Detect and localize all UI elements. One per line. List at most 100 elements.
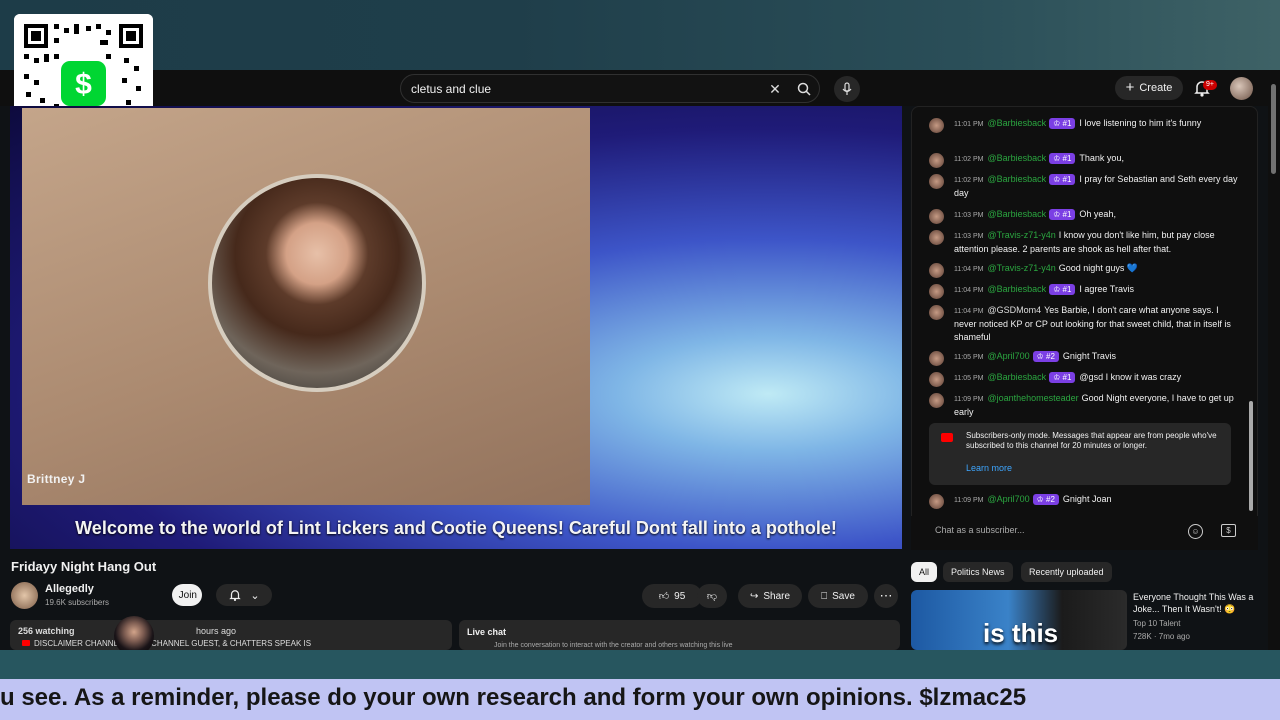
chat-message: 11:04 PM @Barbiesback ♔ #1 I agree Travis — [912, 283, 1242, 299]
recommended-channel[interactable]: Top 10 Talent — [1133, 619, 1180, 628]
chat-message: 11:09 PM @April700 ♔ #2 Gnight Joan — [912, 493, 1242, 509]
stream-overlay-top-banner — [0, 0, 1280, 70]
webcam-name-label: Brittney J — [27, 472, 86, 486]
channel-name[interactable]: Allegedly — [45, 583, 94, 595]
stream-caption: Welcome to the world of Lint Lickers and… — [75, 518, 837, 538]
chat-avatar — [929, 351, 944, 366]
chat-text: @gsd I know it was crazy — [1079, 372, 1182, 382]
more-actions-icon[interactable]: ⋯ — [874, 584, 898, 608]
subscribers-only-text: Subscribers-only mode. Messages that app… — [966, 431, 1217, 450]
microphone-icon[interactable] — [834, 76, 860, 102]
chevron-down-icon: ⌄ — [250, 589, 260, 602]
thumbs-down-icon: 👎︎ — [706, 591, 718, 602]
share-label: Share — [763, 590, 791, 602]
chip-all[interactable]: All — [911, 562, 938, 582]
webcam-panel — [22, 108, 590, 505]
rank-badge: ♔ #1 — [1049, 174, 1076, 185]
chat-text: Gnight Joan — [1062, 494, 1112, 504]
rank-badge: ♔ #1 — [1049, 372, 1076, 383]
create-button[interactable]: + Create — [1115, 76, 1183, 100]
chat-message: 11:05 PM @Barbiesback ♔ #1 @gsd I know it w… — [912, 371, 1242, 387]
chat-author[interactable]: @Barbiesback — [987, 153, 1046, 163]
stream-age: hours ago — [196, 626, 237, 636]
plus-icon: + — [1125, 79, 1135, 96]
video-player[interactable]: Welcome to the world of Lint Lickers and… — [10, 106, 902, 549]
description-text: DISCLAIMER CHANNEL HOST, CHANNEL GUEST, … — [34, 639, 312, 648]
learn-more-link[interactable]: Learn more — [966, 463, 1012, 473]
description-box[interactable]: 256 watching hours ago DISCLAIMER CHANNE… — [10, 620, 452, 650]
thumbnail-text: is this — [983, 618, 1059, 648]
channel-avatar[interactable] — [11, 582, 38, 609]
live-chat-heading: Live chat — [467, 627, 507, 637]
clear-search-icon[interactable]: ✕ — [764, 78, 786, 100]
dislike-button[interactable]: 👎︎ — [697, 584, 727, 608]
share-arrow-icon: ↪ — [749, 590, 759, 602]
bell-icon — [229, 590, 242, 602]
chat-time: 11:04 PM — [954, 287, 984, 294]
chat-text: Thank you, — [1079, 153, 1124, 163]
super-chat-icon[interactable]: $ — [1221, 524, 1236, 537]
subscription-notification-button[interactable]: ⌄ — [216, 584, 272, 606]
recommended-thumbnail[interactable]: is this — [911, 590, 1127, 650]
chat-author[interactable]: @April700 — [987, 494, 1029, 504]
chat-time: 11:02 PM — [954, 177, 984, 184]
rank-badge: ♔ #2 — [1032, 351, 1059, 362]
chat-message: 11:05 PM @April700 ♔ #2 Gnight Travis — [912, 350, 1242, 366]
subscribers-only-notice: Subscribers-only mode. Messages that app… — [929, 423, 1231, 485]
chat-avatar — [929, 305, 944, 320]
chat-author[interactable]: @Barbiesback — [987, 284, 1046, 294]
chat-text: Oh yeah, — [1079, 209, 1116, 219]
live-chat-section[interactable]: Live chat Join the conversation to inter… — [459, 620, 900, 650]
chat-author[interactable]: @Barbiesback — [987, 209, 1046, 219]
ticker-text: u see. As a reminder, please do your own… — [0, 684, 1027, 711]
chat-author[interactable]: @Barbiesback — [987, 372, 1046, 382]
rank-badge: ♔ #1 — [1049, 284, 1076, 295]
rank-badge: ♔ #2 — [1032, 494, 1059, 505]
chat-input-placeholder[interactable]: Chat as a subscriber... — [935, 525, 1025, 535]
chat-author[interactable]: @Travis-z71-y4n — [987, 263, 1055, 273]
chip-recently-uploaded[interactable]: Recently uploaded — [1021, 562, 1112, 582]
chat-time: 11:03 PM — [954, 212, 984, 219]
chat-author[interactable]: @Barbiesback — [987, 174, 1046, 184]
share-button[interactable]: ↪ Share — [738, 584, 802, 608]
like-button[interactable]: 👍︎ 95 — [642, 584, 702, 608]
overlay-bottom-band — [0, 650, 1280, 679]
save-button[interactable]: ⎕ Save — [808, 584, 868, 608]
chat-avatar — [929, 372, 944, 387]
chat-author[interactable]: @Travis-z71-y4n — [987, 230, 1055, 240]
video-title: Fridayy Night Hang Out — [11, 559, 157, 574]
search-input[interactable] — [411, 79, 761, 99]
search-icon[interactable] — [793, 78, 815, 100]
emoji-icon[interactable]: ☺ — [1188, 524, 1203, 539]
chat-author[interactable]: @GSDMom4 — [987, 305, 1041, 315]
create-label: Create — [1139, 82, 1173, 94]
rank-badge: ♔ #1 — [1049, 209, 1076, 220]
chip-politics-news[interactable]: Politics News — [943, 562, 1013, 582]
chat-message: 11:03 PM @Barbiesback ♔ #1 Oh yeah, — [912, 208, 1242, 224]
chat-time: 11:05 PM — [954, 375, 984, 382]
chat-message: 11:04 PM @Travis-z71-y4n Good night guys 💙 — [912, 262, 1242, 278]
chat-time: 11:02 PM — [954, 156, 984, 163]
chat-time: 11:04 PM — [954, 308, 984, 315]
profile-avatar[interactable] — [1230, 77, 1253, 100]
recommended-meta: 728K · 7mo ago — [1133, 632, 1190, 641]
join-button[interactable]: Join — [172, 584, 202, 606]
search-box[interactable]: ✕ — [400, 74, 820, 103]
watching-count: 256 watching — [18, 626, 75, 636]
chat-author[interactable]: @joanthehomesteader — [987, 393, 1078, 403]
rank-badge: ♔ #1 — [1049, 153, 1076, 164]
chat-avatar — [929, 494, 944, 509]
chat-author[interactable]: @Barbiesback — [987, 118, 1046, 128]
recommended-title[interactable]: Everyone Thought This Was a Joke... Then… — [1133, 591, 1263, 615]
chat-author[interactable]: @April700 — [987, 351, 1029, 361]
chat-avatar — [929, 393, 944, 408]
chat-text: I agree Travis — [1079, 284, 1134, 294]
page-scrollbar-thumb[interactable] — [1271, 84, 1276, 174]
youtube-icon — [941, 433, 953, 442]
chat-time: 11:05 PM — [954, 354, 984, 361]
chat-input-bar[interactable]: Chat as a subscriber... ☺ $ — [911, 516, 1258, 550]
notification-count-badge: 9+ — [1203, 80, 1217, 90]
chat-message: 11:02 PM @Barbiesback ♔ #1 Thank you, — [912, 152, 1242, 168]
bookmark-icon: ⎕ — [821, 590, 828, 602]
chat-scrollbar[interactable] — [1249, 401, 1253, 511]
